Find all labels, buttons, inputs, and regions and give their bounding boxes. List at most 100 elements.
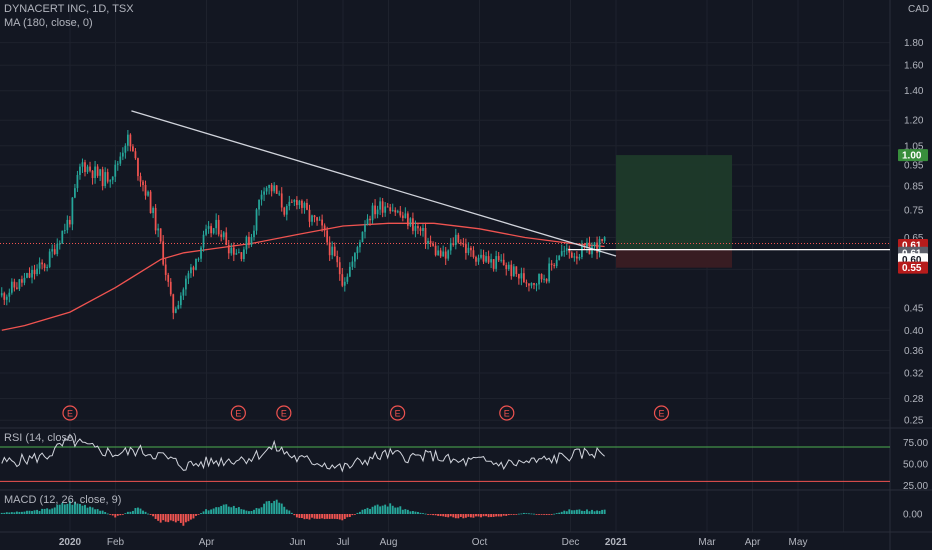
macd-legend[interactable]: MACD (12, 26, close, 9) xyxy=(4,494,121,506)
candle xyxy=(396,211,399,213)
macd-bar xyxy=(434,514,437,516)
macd-bar xyxy=(490,514,493,518)
macd-bar xyxy=(36,509,39,514)
candle xyxy=(394,210,397,213)
macd-bar xyxy=(477,514,480,517)
candle xyxy=(379,201,382,210)
macd-bar xyxy=(444,514,447,517)
candle xyxy=(121,152,124,157)
macd-bar xyxy=(467,514,470,517)
macd-bar xyxy=(525,513,528,514)
candle xyxy=(321,219,323,226)
candle xyxy=(152,207,154,214)
rsi-tick-label: 75.00 xyxy=(903,438,928,449)
macd-bar xyxy=(565,511,568,514)
macd-bar xyxy=(384,504,387,514)
candle xyxy=(265,187,268,192)
symbol-title[interactable]: DYNACERT INC, 1D, TSX xyxy=(4,3,134,15)
candle xyxy=(164,264,167,275)
candle xyxy=(41,262,43,265)
candle xyxy=(237,252,240,254)
candle xyxy=(13,281,16,288)
macd-bar xyxy=(237,507,240,514)
macd-bar xyxy=(555,513,558,514)
macd-bar xyxy=(316,514,319,519)
macd-bar xyxy=(126,511,129,514)
price-tick-label: 1.80 xyxy=(904,38,924,49)
macd-bar xyxy=(303,514,306,520)
macd-bar xyxy=(396,507,399,514)
macd-bar xyxy=(452,514,455,518)
macd-bar xyxy=(487,514,490,518)
macd-bar xyxy=(265,501,268,514)
candle xyxy=(36,268,38,275)
macd-bar xyxy=(485,514,488,517)
macd-bar xyxy=(270,503,273,514)
candle xyxy=(212,228,215,234)
candle xyxy=(187,273,190,279)
macd-bar xyxy=(568,509,571,514)
candle xyxy=(139,176,142,182)
time-tick-label: Jul xyxy=(337,537,350,548)
candle xyxy=(31,269,33,278)
candle xyxy=(270,184,273,192)
macd-bar xyxy=(550,514,553,515)
candle xyxy=(144,185,147,196)
candle xyxy=(475,256,477,262)
macd-bar xyxy=(414,511,417,514)
loss-zone xyxy=(616,249,733,268)
candle xyxy=(465,244,467,253)
candle xyxy=(575,256,578,259)
candle xyxy=(142,181,144,186)
macd-bar xyxy=(46,508,49,514)
macd-bar xyxy=(58,504,61,514)
macd-bar xyxy=(313,514,316,519)
macd-bar xyxy=(91,507,94,514)
candle xyxy=(63,230,66,232)
candle xyxy=(243,249,245,260)
candle xyxy=(422,228,424,231)
time-tick-label: May xyxy=(789,537,808,548)
macd-bar xyxy=(376,504,379,514)
price-chart[interactable]: EEEEEE0.250.280.320.360.400.450.550.650.… xyxy=(0,0,932,550)
time-tick-label: Oct xyxy=(472,537,488,548)
macd-bar xyxy=(230,507,233,514)
macd-bar xyxy=(472,514,475,518)
macd-bar xyxy=(51,508,54,514)
macd-bar xyxy=(336,514,339,520)
candle xyxy=(540,273,543,280)
candle xyxy=(253,230,255,238)
rsi-legend[interactable]: RSI (14, close) xyxy=(4,432,77,444)
macd-bar xyxy=(442,514,445,517)
candle xyxy=(308,209,311,222)
candle xyxy=(328,242,331,256)
candle xyxy=(0,293,3,296)
macd-bar xyxy=(379,506,382,514)
candle xyxy=(129,134,132,147)
macd-bar xyxy=(543,514,546,515)
macd-bar xyxy=(205,509,208,514)
candle xyxy=(497,256,500,261)
macd-bar xyxy=(172,514,175,522)
macd-bar xyxy=(381,505,384,514)
macd-bar xyxy=(139,508,142,514)
macd-bar xyxy=(326,514,329,519)
candle xyxy=(601,238,603,241)
candle xyxy=(364,224,366,232)
candle xyxy=(550,263,553,266)
candle xyxy=(444,251,447,259)
candle xyxy=(406,213,409,226)
macd-bar xyxy=(38,510,41,514)
macd-bar xyxy=(152,514,155,517)
macd-bar xyxy=(278,502,281,514)
candle xyxy=(210,226,212,234)
ma-legend[interactable]: MA (180, close, 0) xyxy=(4,17,93,29)
candle xyxy=(459,242,462,244)
macd-bar xyxy=(225,504,228,514)
price-tick-label: 0.45 xyxy=(904,303,924,314)
chart-stage: EEEEEE0.250.280.320.360.400.450.550.650.… xyxy=(0,0,932,550)
macd-bar xyxy=(300,514,303,519)
candle xyxy=(374,205,376,215)
macd-bar xyxy=(109,514,112,515)
macd-bar xyxy=(401,509,404,514)
